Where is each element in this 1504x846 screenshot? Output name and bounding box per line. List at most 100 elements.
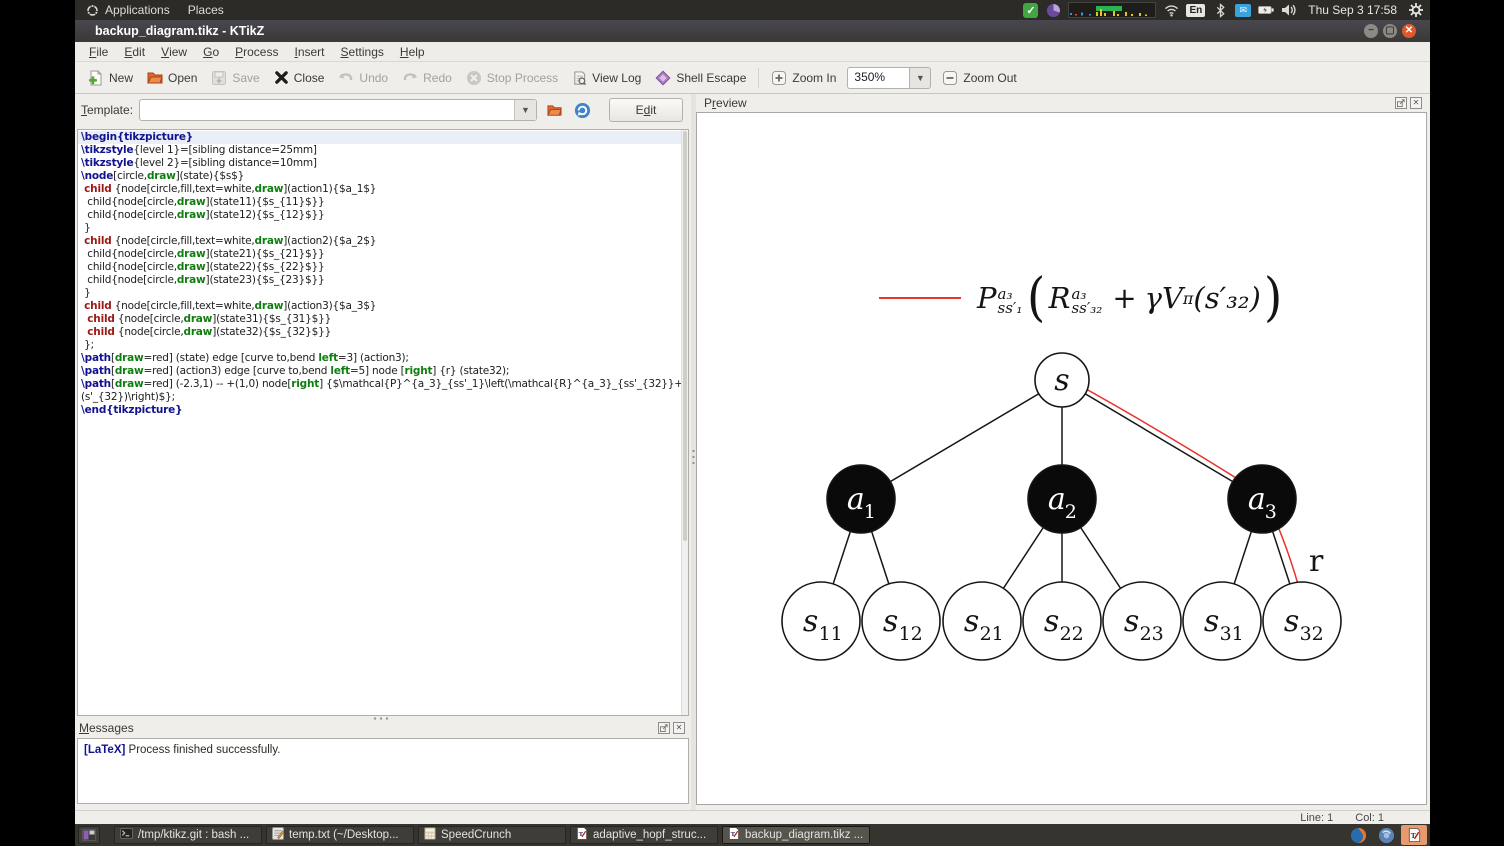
- editor-scrollbar[interactable]: [681, 130, 688, 715]
- task-complete-icon[interactable]: ✓: [1023, 2, 1039, 18]
- preview-close-icon[interactable]: ✕: [1410, 97, 1422, 109]
- taskbar-item-label: /tmp/ktikz.git : bash ...: [138, 829, 250, 841]
- firefox-launcher[interactable]: [1345, 825, 1371, 845]
- zoom-level-value[interactable]: 350%: [847, 66, 910, 89]
- zoom-dropdown-arrow[interactable]: ▼: [909, 66, 932, 89]
- open-button[interactable]: Open: [140, 66, 204, 90]
- preview-title: Preview: [704, 96, 747, 110]
- taskbar-item[interactable]: SpeedCrunch: [418, 826, 566, 844]
- template-dropdown-arrow[interactable]: ▼: [514, 100, 536, 120]
- code-line: \node[circle,draw](state){$s$}: [81, 170, 245, 182]
- shell-escape-button[interactable]: Shell Escape: [648, 66, 753, 90]
- ktikz-launcher[interactable]: T: [1401, 825, 1427, 845]
- tikz-source-code[interactable]: \begin{tikzpicture} \tikzstyle{level 1}=[…: [78, 130, 688, 417]
- time-tracker-icon[interactable]: [1045, 2, 1061, 18]
- view-log-icon: [574, 70, 587, 85]
- zoom-out-button[interactable]: Zoom Out: [935, 66, 1023, 90]
- menu-help[interactable]: Help: [392, 42, 433, 62]
- places-menu[interactable]: Places: [179, 0, 233, 20]
- taskbar-item[interactable]: Tadaptive_hopf_struc...: [570, 826, 718, 844]
- template-edit-button[interactable]: Edit: [609, 98, 683, 122]
- keyboard-layout-indicator[interactable]: En: [1186, 3, 1206, 17]
- menu-go[interactable]: Go: [195, 42, 227, 62]
- node-label-subscript: 11: [819, 623, 843, 645]
- code-line: }: [81, 287, 91, 299]
- template-combobox[interactable]: ▼: [139, 99, 537, 121]
- code-line: child {node[circle,draw](state32){$s_{32…: [87, 326, 332, 338]
- taskbar-item[interactable]: Tbackup_diagram.tikz ...: [722, 826, 870, 844]
- browser-launcher[interactable]: [1373, 825, 1399, 845]
- messages-close-icon[interactable]: ✕: [673, 722, 685, 734]
- menu-insert[interactable]: Insert: [286, 42, 332, 62]
- taskbar-item-label: SpeedCrunch: [441, 829, 512, 841]
- close-file-button[interactable]: Close: [267, 66, 332, 89]
- node-label-base: a: [1248, 482, 1266, 517]
- bluetooth-icon[interactable]: [1212, 2, 1228, 18]
- zoom-in-button[interactable]: Zoom In: [764, 66, 843, 90]
- menu-edit[interactable]: Edit: [116, 42, 153, 62]
- node-label-base: s: [1054, 363, 1069, 398]
- save-icon: [212, 70, 227, 85]
- code-line: child {node[circle,fill,text=white,draw]…: [84, 183, 377, 195]
- code-line: };: [81, 339, 94, 351]
- log-prefix: [LaTeX]: [84, 744, 126, 756]
- code-line: (s'_{32})\right)$};: [81, 391, 175, 403]
- menu-settings[interactable]: Settings: [333, 42, 392, 62]
- code-line: \path[draw=red] (-2.3,1) -- +(1,0) node[…: [81, 378, 689, 390]
- places-menu-label: Places: [187, 3, 224, 17]
- undo-arrow-icon: [339, 72, 353, 80]
- code-editor[interactable]: \begin{tikzpicture} \tikzstyle{level 1}=[…: [77, 129, 689, 716]
- panel-clock[interactable]: Thu Sep 3 17:58: [1304, 3, 1401, 17]
- backup-diagram-tree: sa 1 a 2 a 3s 11 s 12 s 21 s 22 s 23 s 31 s 32r: [781, 352, 1342, 661]
- minimize-button[interactable]: −: [1364, 24, 1378, 38]
- undo-button[interactable]: Undo: [331, 67, 395, 89]
- code-line: child {node[circle,fill,text=white,draw]…: [84, 300, 377, 312]
- volume-icon[interactable]: [1281, 2, 1297, 18]
- battery-icon[interactable]: [1258, 2, 1274, 18]
- taskbar-item[interactable]: temp.txt (~/Desktop...: [266, 826, 414, 844]
- gnome-top-panel: Applications Places ✓ En ✉ Thu Sep 3 17:…: [75, 0, 1430, 20]
- calculator-icon: [424, 827, 436, 843]
- node-state21: [942, 581, 1022, 661]
- session-gear-icon[interactable]: [1408, 2, 1424, 18]
- template-reload-button[interactable]: [571, 99, 593, 121]
- redo-button[interactable]: Redo: [395, 67, 459, 89]
- close-window-button[interactable]: ✕: [1402, 24, 1416, 38]
- template-open-button[interactable]: [543, 99, 565, 121]
- node-label-base: s: [1284, 604, 1299, 639]
- editor-scrollbar-thumb[interactable]: [683, 131, 687, 541]
- code-line: }: [81, 222, 91, 234]
- zoom-level-combobox[interactable]: 350% ▼: [847, 66, 932, 89]
- new-document-icon: [89, 70, 102, 85]
- node-label-subscript: 23: [1140, 623, 1164, 645]
- preview-float-icon[interactable]: [1395, 97, 1407, 109]
- applications-menu[interactable]: Applications: [75, 0, 179, 20]
- save-button[interactable]: Save: [204, 66, 266, 90]
- zoom-in-icon: [772, 70, 787, 85]
- maximize-button[interactable]: ▢: [1383, 24, 1397, 38]
- preview-canvas: s a 1 a 2 a 3 s 11 s 12 s 21 s 22 s 23 s 31 s 32 r Pa₃ ss′₁ ( …: [696, 112, 1427, 805]
- desktop: Applications Places ✓ En ✉ Thu Sep 3 17:…: [75, 0, 1430, 846]
- system-monitor-graph[interactable]: [1068, 2, 1157, 18]
- statusbar: Line: 1 Col: 1: [75, 810, 1430, 824]
- mail-icon[interactable]: ✉: [1235, 3, 1252, 17]
- node-label-base: s: [803, 604, 818, 639]
- menu-file[interactable]: File: [81, 42, 116, 62]
- reward-symbol: R: [1048, 281, 1071, 315]
- taskbar-item[interactable]: /tmp/ktikz.git : bash ...: [114, 826, 262, 844]
- stop-process-button[interactable]: Stop Process: [459, 66, 565, 90]
- messages-float-icon[interactable]: [658, 722, 670, 734]
- node-label-base: a: [847, 482, 865, 517]
- view-log-button[interactable]: View Log: [565, 66, 648, 90]
- wifi-icon[interactable]: [1163, 2, 1179, 18]
- menu-view[interactable]: View: [153, 42, 195, 62]
- show-desktop-button[interactable]: [78, 826, 100, 844]
- code-line: child {node[circle,draw](state31){$s_{31…: [87, 313, 332, 325]
- new-button[interactable]: New: [81, 66, 140, 90]
- window-titlebar[interactable]: backup_diagram.tikz - KTikZ − ▢ ✕: [75, 20, 1430, 42]
- menu-process[interactable]: Process: [227, 42, 286, 62]
- reward-label: r: [1309, 544, 1324, 579]
- red-edge-legend-line: [879, 297, 961, 299]
- template-value[interactable]: [140, 100, 514, 120]
- node-state12: [861, 581, 941, 661]
